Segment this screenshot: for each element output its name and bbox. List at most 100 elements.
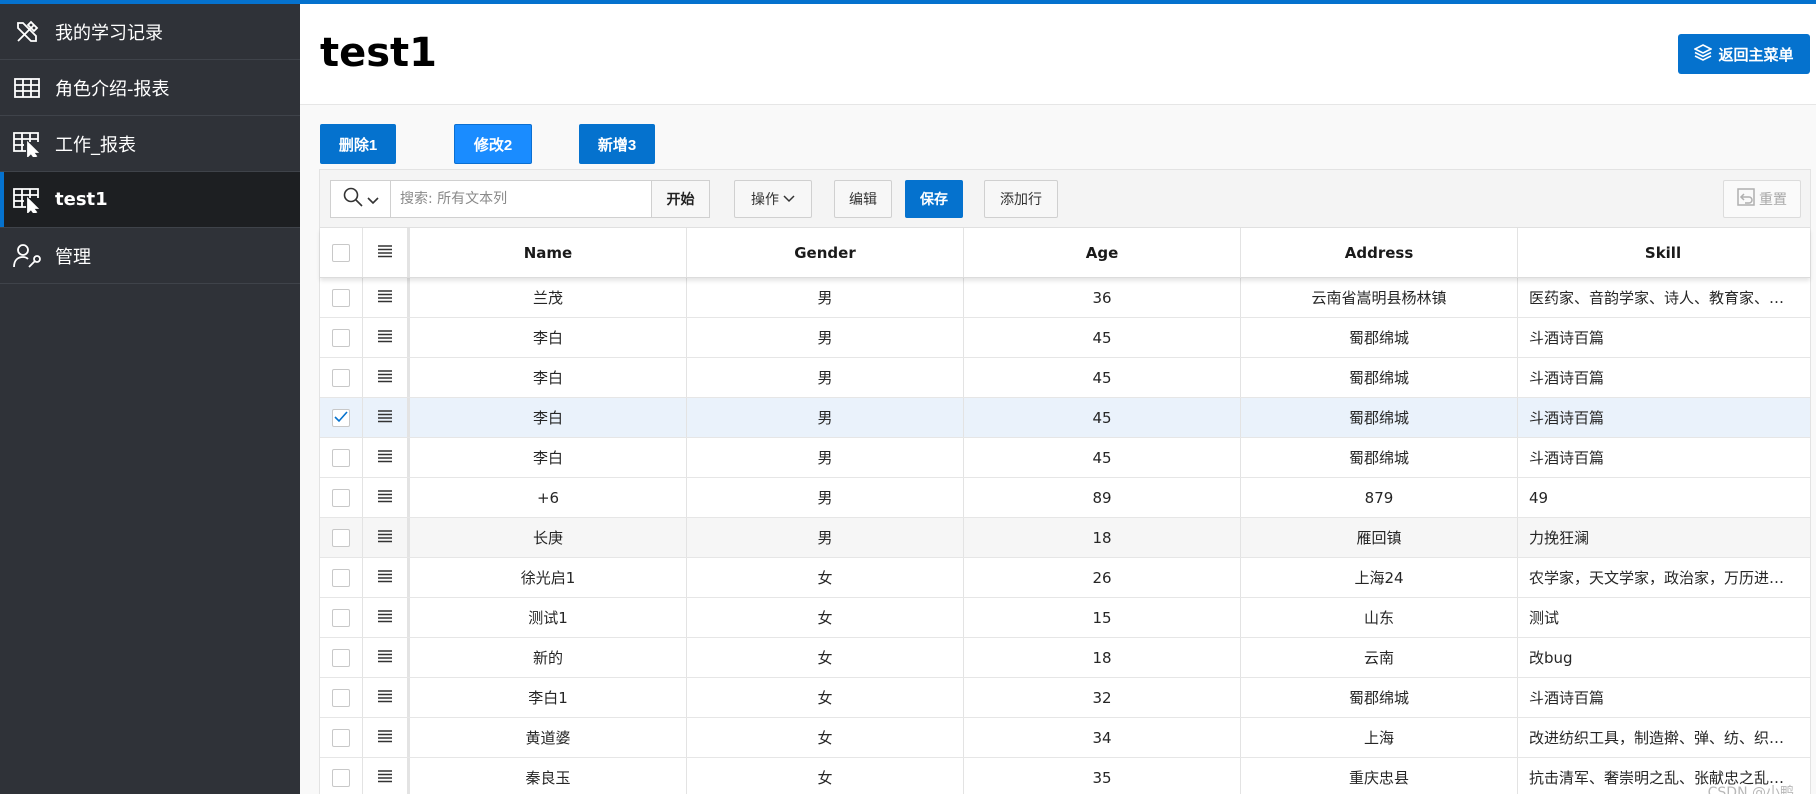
row-select-checkbox[interactable] — [332, 288, 350, 307]
cell-address[interactable]: 上海24 — [1241, 558, 1518, 597]
cell-address[interactable]: 重庆忠县 — [1241, 758, 1518, 794]
row-actions-cell[interactable] — [363, 638, 410, 677]
row-actions-cell[interactable] — [363, 438, 410, 477]
cell-gender[interactable]: 男 — [687, 438, 964, 477]
table-row[interactable]: +6 男 89 879 49 — [320, 478, 1810, 518]
row-select-checkbox[interactable] — [332, 488, 350, 507]
row-actions-cell[interactable] — [363, 278, 410, 317]
cell-name[interactable]: 黄道婆 — [410, 718, 687, 757]
row-select-checkbox[interactable] — [332, 688, 350, 707]
sidebar-item-learning-records[interactable]: 我的学习记录 — [0, 4, 300, 60]
row-select-checkbox[interactable] — [332, 608, 350, 627]
modify-button[interactable]: 修改2 — [454, 124, 532, 164]
cell-age[interactable]: 15 — [964, 598, 1241, 637]
column-header-age[interactable]: Age — [964, 228, 1241, 277]
row-select-checkbox[interactable] — [332, 728, 350, 747]
cell-address[interactable]: 蜀郡绵城 — [1241, 318, 1518, 357]
cell-address[interactable]: 山东 — [1241, 598, 1518, 637]
save-button[interactable]: 保存 — [905, 180, 963, 218]
cell-gender[interactable]: 女 — [687, 678, 964, 717]
cell-skill[interactable]: 测试 — [1518, 598, 1807, 637]
delete-button[interactable]: 删除1 — [320, 124, 396, 164]
cell-name[interactable]: 李白1 — [410, 678, 687, 717]
row-actions-cell[interactable] — [363, 758, 410, 794]
cell-address[interactable]: 蜀郡绵城 — [1241, 678, 1518, 717]
row-actions-cell[interactable] — [363, 678, 410, 717]
table-row[interactable]: 黄道婆女 34 上海 改进纺织工具，制造擀、弹、纺、织… — [320, 718, 1810, 758]
cell-gender[interactable]: 男 — [687, 478, 964, 517]
table-row[interactable]: 长庚男 18 雁回镇 力挽狂澜 — [320, 518, 1810, 558]
cell-age[interactable]: 45 — [964, 358, 1241, 397]
cell-skill[interactable]: 力挽狂澜 — [1518, 518, 1807, 557]
row-actions-cell[interactable] — [363, 598, 410, 637]
table-row[interactable]: 徐光启1 女 26 上海24 农学家，天文学家，政治家，万历进… — [320, 558, 1810, 598]
cell-skill[interactable]: 斗酒诗百篇 — [1518, 678, 1807, 717]
cell-name[interactable]: 李白 — [410, 318, 687, 357]
cell-name[interactable]: +6 — [410, 478, 687, 517]
cell-skill[interactable]: 斗酒诗百篇 — [1518, 438, 1807, 477]
cell-name[interactable]: 新的 — [410, 638, 687, 677]
cell-name[interactable]: 李白 — [410, 358, 687, 397]
actions-menu-button[interactable]: 操作 — [734, 180, 812, 218]
cell-skill[interactable]: 医药家、音韵学家、诗人、教育家、… — [1518, 278, 1807, 317]
sidebar-item-role-report[interactable]: 角色介绍-报表 — [0, 60, 300, 116]
cell-gender[interactable]: 男 — [687, 318, 964, 357]
cell-gender[interactable]: 女 — [687, 758, 964, 794]
cell-age[interactable]: 34 — [964, 718, 1241, 757]
back-to-main-menu-button[interactable]: 返回主菜单 — [1678, 34, 1810, 74]
table-row[interactable]: 李白男 45 蜀郡绵城 斗酒诗百篇 — [320, 318, 1810, 358]
cell-skill[interactable]: 改bug — [1518, 638, 1807, 677]
table-row[interactable]: 测试1 女 15 山东 测试 — [320, 598, 1810, 638]
sidebar-item-work-report[interactable]: 工作_报表 — [0, 116, 300, 172]
table-row[interactable]: 秦良玉女 35 重庆忠县 抗击清军、奢崇明之乱、张献忠之乱… — [320, 758, 1810, 794]
cell-address[interactable]: 蜀郡绵城 — [1241, 398, 1518, 437]
row-select-checkbox[interactable] — [332, 328, 350, 347]
row-actions-cell[interactable] — [363, 478, 410, 517]
table-row[interactable]: 李白男 45 蜀郡绵城 斗酒诗百篇 — [320, 398, 1810, 438]
start-search-button[interactable]: 开始 — [651, 181, 709, 217]
cell-address[interactable]: 蜀郡绵城 — [1241, 438, 1518, 477]
cell-age[interactable]: 45 — [964, 438, 1241, 477]
sidebar-item-test1[interactable]: test1 — [0, 172, 300, 228]
add-button[interactable]: 新增3 — [579, 124, 655, 164]
cell-skill[interactable]: 斗酒诗百篇 — [1518, 358, 1807, 397]
column-header-name[interactable]: Name — [410, 228, 687, 277]
table-row[interactable]: 李白男 45 蜀郡绵城 斗酒诗百篇 — [320, 358, 1810, 398]
cell-gender[interactable]: 女 — [687, 718, 964, 757]
cell-age[interactable]: 89 — [964, 478, 1241, 517]
cell-name[interactable]: 李白 — [410, 398, 687, 437]
row-select-checkbox[interactable] — [332, 568, 350, 587]
table-row[interactable]: 李白1 女 32 蜀郡绵城 斗酒诗百篇 — [320, 678, 1810, 718]
row-select-checkbox[interactable] — [332, 368, 350, 387]
cell-skill[interactable]: 49 — [1518, 478, 1807, 517]
search-column-picker[interactable] — [331, 181, 391, 217]
row-actions-cell[interactable] — [363, 718, 410, 757]
cell-name[interactable]: 秦良玉 — [410, 758, 687, 794]
cell-gender[interactable]: 男 — [687, 518, 964, 557]
cell-address[interactable]: 云南省嵩明县杨林镇 — [1241, 278, 1518, 317]
row-select-checkbox[interactable] — [332, 768, 350, 787]
cell-name[interactable]: 李白 — [410, 438, 687, 477]
cell-address[interactable]: 879 — [1241, 478, 1518, 517]
cell-address[interactable]: 蜀郡绵城 — [1241, 358, 1518, 397]
row-actions-cell[interactable] — [363, 558, 410, 597]
row-select-checkbox[interactable] — [332, 408, 350, 427]
add-row-button[interactable]: 添加行 — [984, 180, 1058, 218]
row-actions-cell[interactable] — [363, 358, 410, 397]
row-select-checkbox[interactable] — [332, 648, 350, 667]
cell-age[interactable]: 36 — [964, 278, 1241, 317]
cell-gender[interactable]: 男 — [687, 358, 964, 397]
cell-name[interactable]: 长庚 — [410, 518, 687, 557]
cell-gender[interactable]: 女 — [687, 598, 964, 637]
cell-age[interactable]: 26 — [964, 558, 1241, 597]
row-actions-cell[interactable] — [363, 518, 410, 557]
row-select-checkbox[interactable] — [332, 448, 350, 467]
cell-skill[interactable]: 改进纺织工具，制造擀、弹、纺、织… — [1518, 718, 1807, 757]
cell-gender[interactable]: 女 — [687, 638, 964, 677]
table-row[interactable]: 李白男 45 蜀郡绵城 斗酒诗百篇 — [320, 438, 1810, 478]
sidebar-item-admin[interactable]: 管理 — [0, 228, 300, 284]
table-row[interactable]: 新的女 18 云南 改bug — [320, 638, 1810, 678]
column-header-gender[interactable]: Gender — [687, 228, 964, 277]
cell-age[interactable]: 45 — [964, 398, 1241, 437]
reset-button[interactable]: 重置 — [1723, 180, 1801, 218]
